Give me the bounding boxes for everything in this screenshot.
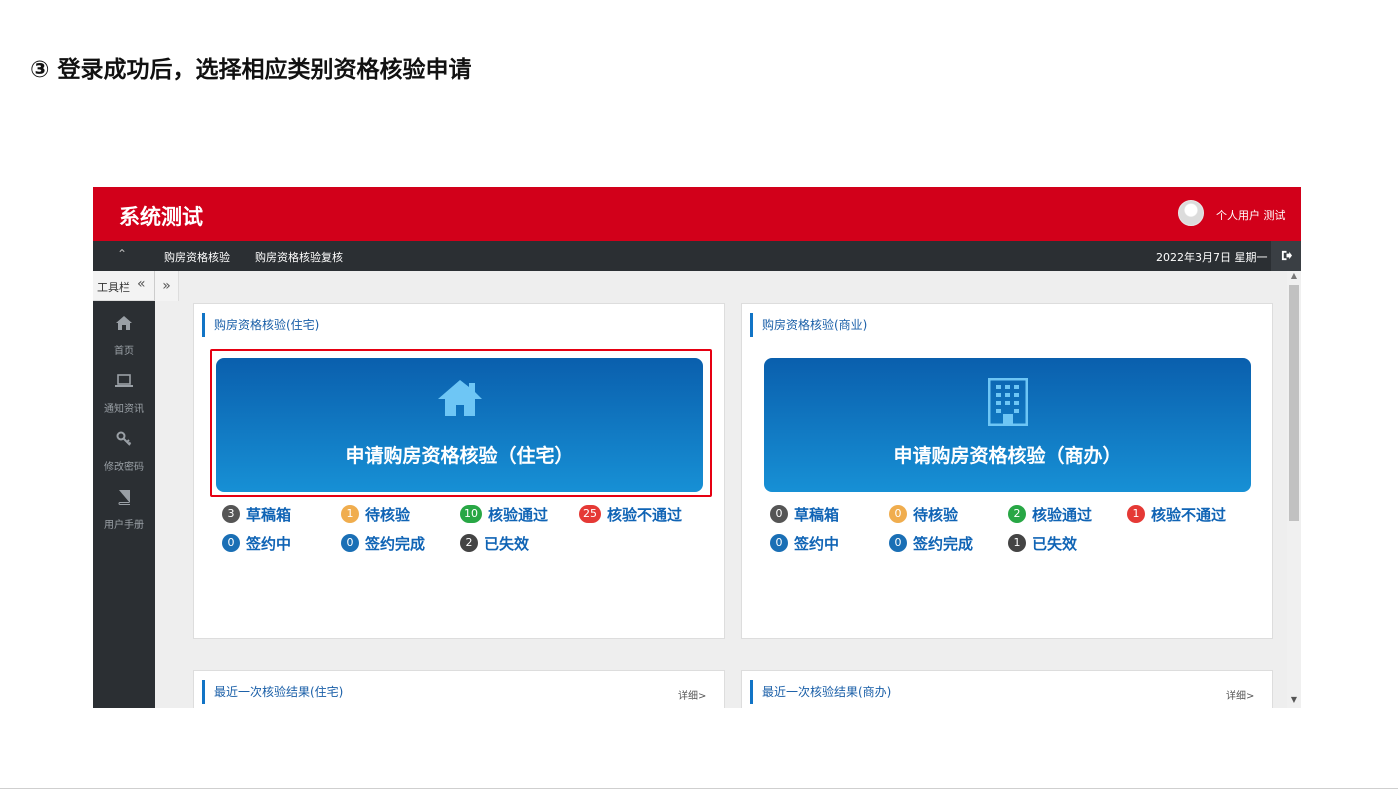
detail-link[interactable]: 详细> [678,687,706,702]
sidebar-item-label: 首页 [114,346,134,357]
office-building-icon [764,377,1251,430]
sidebar-item-manual[interactable]: 用户手册 [93,489,155,531]
count-badge: 1 [341,505,359,523]
panel-title: 购房资格核验(住宅) [202,313,319,337]
divider [0,788,1398,789]
status-stat[interactable]: 0 签约中 [222,533,291,553]
status-stat[interactable]: 0 签约完成 [889,533,973,553]
key-icon [93,431,155,451]
residential-panel: 购房资格核验(住宅) 申请购房资格核验（住宅） 3 草稿箱 1 待核验 10 核验通过 25… [193,303,725,639]
apply-commercial-button[interactable]: 申请购房资格核验（商办） [764,358,1251,492]
scroll-thumb[interactable] [1289,285,1299,521]
sidebar-item-home[interactable]: 首页 [93,315,155,357]
count-badge: 0 [341,534,359,552]
nav-item-review[interactable]: 购房资格核验复核 [255,249,343,265]
current-date: 2022年3月7日 星期一 [1156,251,1268,264]
sidebar-item-label: 修改密码 [104,462,144,473]
count-badge: 0 [222,534,240,552]
top-nav: ⌃ 购房资格核验 购房资格核验复核 2022年3月7日 星期一 [93,241,1301,271]
stat-label: 签约完成 [913,534,974,553]
stat-label: 核验不通过 [607,505,683,524]
nav-item-verification[interactable]: 购房资格核验 [164,249,230,265]
status-stat[interactable]: 0 草稿箱 [770,504,839,524]
collapse-toolbar-icon[interactable]: « [137,276,146,292]
app-title: 系统测试 [119,205,203,229]
status-stat[interactable]: 1 核验不通过 [1127,504,1226,524]
stat-label: 待核验 [913,505,959,524]
stat-label: 签约中 [794,534,840,553]
stat-label: 草稿箱 [794,505,840,524]
sidebar-item-label: 用户手册 [104,520,144,531]
count-badge: 1 [1127,505,1145,523]
panel-title: 最近一次核验结果(商办) [750,680,891,704]
stat-label: 核验通过 [488,505,549,524]
count-badge: 10 [460,505,482,523]
count-badge: 2 [460,534,478,552]
commercial-panel: 购房资格核验(商业) 申请购房资格核验（商办） 0 草稿箱 0 待核验 2 核验通过 1 核验… [741,303,1273,639]
sidebar-item-news[interactable]: 通知资讯 [93,373,155,415]
status-stat[interactable]: 2 核验通过 [1008,504,1092,524]
status-stat[interactable]: 2 已失效 [460,533,529,553]
status-stat[interactable]: 25 核验不通过 [579,504,682,524]
stat-label: 草稿箱 [246,505,292,524]
count-badge: 25 [579,505,601,523]
detail-link[interactable]: 详细> [1226,687,1254,702]
count-badge: 1 [1008,534,1026,552]
toolbar-label: 工具栏 [97,281,130,294]
book-icon [93,489,155,509]
status-stat[interactable]: 0 签约中 [770,533,839,553]
toolbar-header: 工具栏 « [93,271,155,301]
count-badge: 2 [1008,505,1026,523]
highlight-frame [210,349,712,497]
scrollbar[interactable]: ▲ ▼ [1287,271,1301,708]
panel-title: 最近一次核验结果(住宅) [202,680,343,704]
app-window: 系统测试 个人用户 测试 ⌃ 购房资格核验 购房资格核验复核 2022年3月7日… [93,187,1301,708]
scroll-down-icon[interactable]: ▼ [1287,695,1301,704]
double-up-chevron-icon[interactable]: ⌃ [117,247,127,261]
sidebar: 首页 通知资讯 修改密码 用户手册 [93,301,155,708]
stat-label: 核验通过 [1032,505,1093,524]
count-badge: 3 [222,505,240,523]
count-badge: 0 [770,505,788,523]
count-badge: 0 [770,534,788,552]
status-stat[interactable]: 1 待核验 [341,504,410,524]
panel-title: 购房资格核验(商业) [750,313,867,337]
stat-label: 已失效 [484,534,530,553]
user-label[interactable]: 个人用户 测试 [1216,207,1286,223]
home-icon [93,315,155,335]
status-stat[interactable]: 0 待核验 [889,504,958,524]
status-stat[interactable]: 3 草稿箱 [222,504,291,524]
last-result-commercial-panel: 最近一次核验结果(商办) 详细> [741,670,1273,708]
stat-label: 签约中 [246,534,292,553]
status-stat[interactable]: 1 已失效 [1008,533,1077,553]
sidebar-item-password[interactable]: 修改密码 [93,431,155,473]
avatar[interactable] [1178,200,1204,226]
scroll-up-icon[interactable]: ▲ [1287,271,1301,280]
sign-out-icon[interactable] [1271,241,1301,271]
stat-label: 签约完成 [365,534,426,553]
step-heading: ③ 登录成功后，选择相应类别资格核验申请 [30,57,472,83]
status-stat[interactable]: 0 签约完成 [341,533,425,553]
sidebar-item-label: 通知资讯 [104,404,144,415]
apply-commercial-label: 申请购房资格核验（商办） [893,445,1122,467]
laptop-icon [93,373,155,393]
last-result-residential-panel: 最近一次核验结果(住宅) 详细> [193,670,725,708]
stat-label: 待核验 [365,505,411,524]
expand-toolbar-icon[interactable]: » [155,271,179,301]
status-stat[interactable]: 10 核验通过 [460,504,548,524]
count-badge: 0 [889,534,907,552]
stat-label: 核验不通过 [1151,505,1227,524]
app-header: 系统测试 个人用户 测试 [93,187,1301,241]
count-badge: 0 [889,505,907,523]
stat-label: 已失效 [1032,534,1078,553]
